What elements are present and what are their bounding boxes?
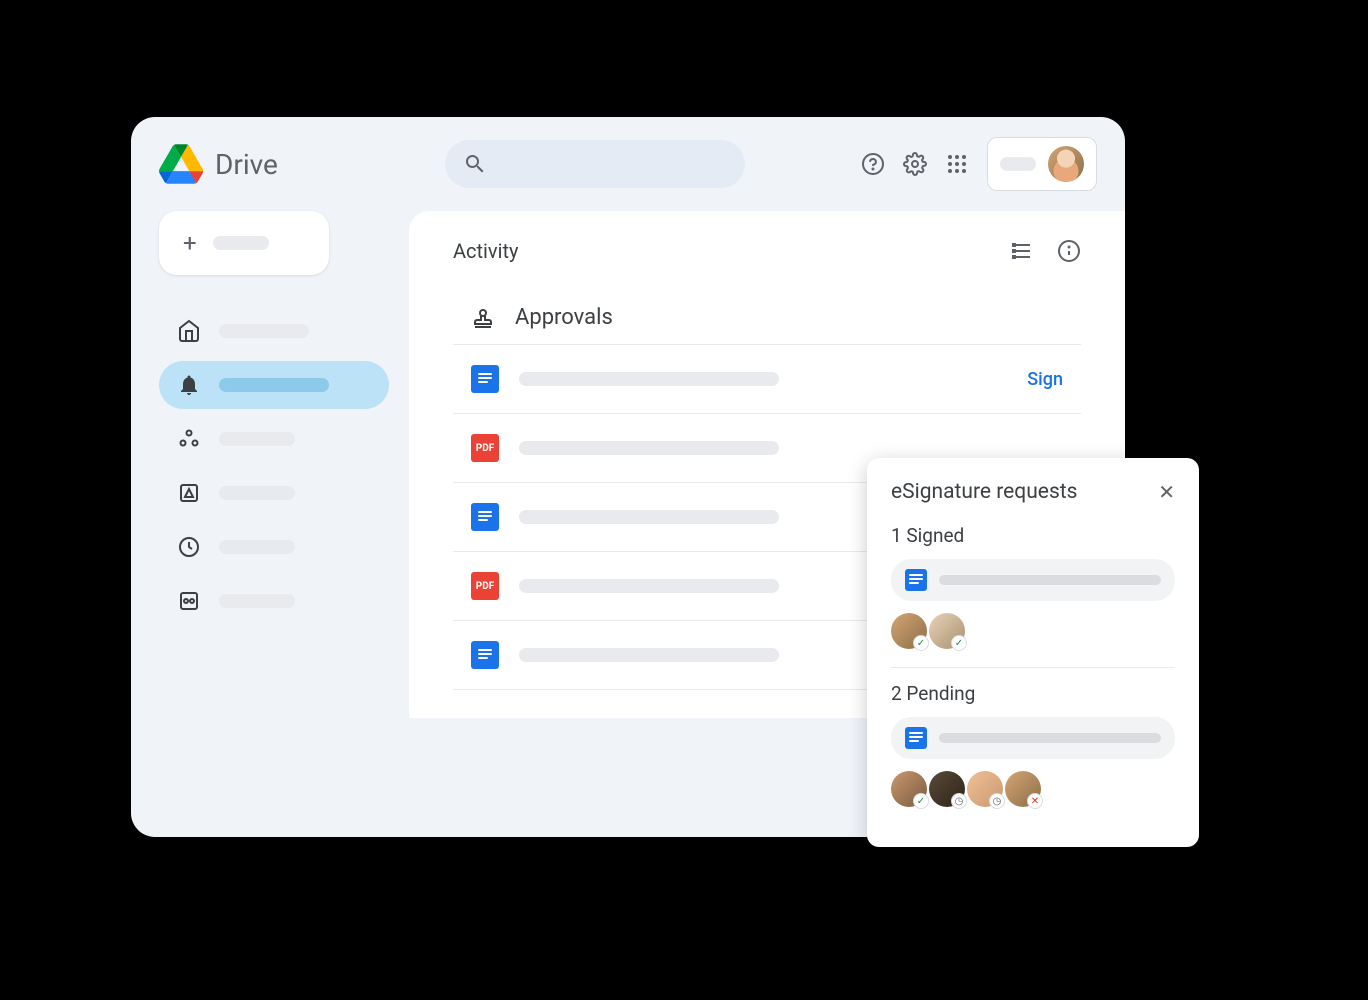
account-label-placeholder bbox=[1000, 157, 1036, 171]
doc-file-icon bbox=[471, 503, 499, 531]
close-icon[interactable]: ✕ bbox=[1158, 480, 1175, 504]
nav-home[interactable] bbox=[159, 307, 389, 355]
header: Drive bbox=[131, 117, 1125, 211]
clock-icon bbox=[177, 535, 201, 559]
search-bar[interactable] bbox=[445, 140, 745, 188]
document-pill[interactable] bbox=[891, 717, 1175, 759]
x-badge-icon: ✕ bbox=[1027, 793, 1043, 809]
document-pill[interactable] bbox=[891, 559, 1175, 601]
status-label: 1 Signed bbox=[891, 524, 1175, 547]
app-title: Drive bbox=[215, 148, 278, 181]
sign-button[interactable]: Sign bbox=[1027, 369, 1063, 390]
status-label: 2 Pending bbox=[891, 682, 1175, 705]
nav-label-placeholder bbox=[219, 432, 295, 446]
stamp-icon bbox=[471, 306, 495, 330]
file-name-placeholder bbox=[519, 372, 779, 386]
nav-activity[interactable] bbox=[159, 361, 389, 409]
sidebar: + bbox=[159, 211, 409, 718]
nav-shared[interactable] bbox=[159, 577, 389, 625]
popup-title: eSignature requests bbox=[891, 480, 1078, 504]
signer-avatar: ◷ bbox=[967, 771, 1003, 807]
nav-label-placeholder bbox=[219, 378, 329, 392]
new-button[interactable]: + bbox=[159, 211, 329, 275]
doc-name-placeholder bbox=[939, 733, 1161, 743]
user-avatar bbox=[1048, 146, 1084, 182]
settings-icon[interactable] bbox=[903, 152, 927, 176]
doc-file-icon bbox=[471, 641, 499, 669]
panel-actions bbox=[1009, 239, 1081, 263]
esignature-popup: eSignature requests ✕ 1 Signed✓✓2 Pendin… bbox=[867, 458, 1199, 847]
new-label-placeholder bbox=[213, 236, 269, 250]
logo-area: Drive bbox=[159, 144, 429, 184]
nav-my-drive[interactable] bbox=[159, 469, 389, 517]
nav-label-placeholder bbox=[219, 486, 295, 500]
panel-title: Activity bbox=[453, 239, 518, 263]
status-section: 1 Signed✓✓ bbox=[891, 524, 1175, 649]
signer-avatars: ✓✓ bbox=[891, 613, 1175, 649]
signer-avatars: ✓ ◷ ◷ ✕ bbox=[891, 771, 1175, 807]
approvals-section-header: Approvals bbox=[453, 291, 1081, 345]
panel-header: Activity bbox=[453, 239, 1081, 263]
apps-icon[interactable] bbox=[945, 152, 969, 176]
drive-logo-icon bbox=[159, 144, 203, 184]
signer-avatar: ◷ bbox=[929, 771, 965, 807]
drive-icon bbox=[177, 481, 201, 505]
check-badge-icon: ✓ bbox=[951, 635, 967, 651]
signer-avatar: ✓ bbox=[891, 771, 927, 807]
clock-badge-icon: ◷ bbox=[951, 793, 967, 809]
nav-label-placeholder bbox=[219, 324, 309, 338]
section-title: Approvals bbox=[515, 305, 613, 330]
search-icon bbox=[463, 152, 487, 176]
info-icon[interactable] bbox=[1057, 239, 1081, 263]
bell-icon bbox=[177, 373, 201, 397]
file-name-placeholder bbox=[519, 579, 779, 593]
file-name-placeholder bbox=[519, 648, 779, 662]
status-section: 2 Pending ✓ ◷ ◷ ✕ bbox=[891, 682, 1175, 807]
nav-workspaces[interactable] bbox=[159, 415, 389, 463]
check-badge-icon: ✓ bbox=[913, 635, 929, 651]
list-view-icon[interactable] bbox=[1009, 239, 1033, 263]
account-switcher[interactable] bbox=[987, 137, 1097, 191]
home-icon bbox=[177, 319, 201, 343]
header-actions bbox=[861, 137, 1097, 191]
check-badge-icon: ✓ bbox=[913, 793, 929, 809]
pdf-file-icon: PDF bbox=[471, 434, 499, 462]
doc-file-icon bbox=[905, 727, 927, 749]
nav-label-placeholder bbox=[219, 594, 295, 608]
clock-badge-icon: ◷ bbox=[989, 793, 1005, 809]
nav-label-placeholder bbox=[219, 540, 295, 554]
plus-icon: + bbox=[183, 229, 197, 257]
pdf-file-icon: PDF bbox=[471, 572, 499, 600]
doc-file-icon bbox=[471, 365, 499, 393]
divider bbox=[891, 667, 1175, 668]
approval-row[interactable]: Sign bbox=[453, 345, 1081, 414]
workspaces-icon bbox=[177, 427, 201, 451]
help-icon[interactable] bbox=[861, 152, 885, 176]
signer-avatar: ✕ bbox=[1005, 771, 1041, 807]
file-name-placeholder bbox=[519, 510, 779, 524]
shared-icon bbox=[177, 589, 201, 613]
doc-name-placeholder bbox=[939, 575, 1161, 585]
doc-file-icon bbox=[905, 569, 927, 591]
signer-avatar: ✓ bbox=[891, 613, 927, 649]
file-name-placeholder bbox=[519, 441, 779, 455]
popup-header: eSignature requests ✕ bbox=[891, 480, 1175, 504]
signer-avatar: ✓ bbox=[929, 613, 965, 649]
nav-recent[interactable] bbox=[159, 523, 389, 571]
